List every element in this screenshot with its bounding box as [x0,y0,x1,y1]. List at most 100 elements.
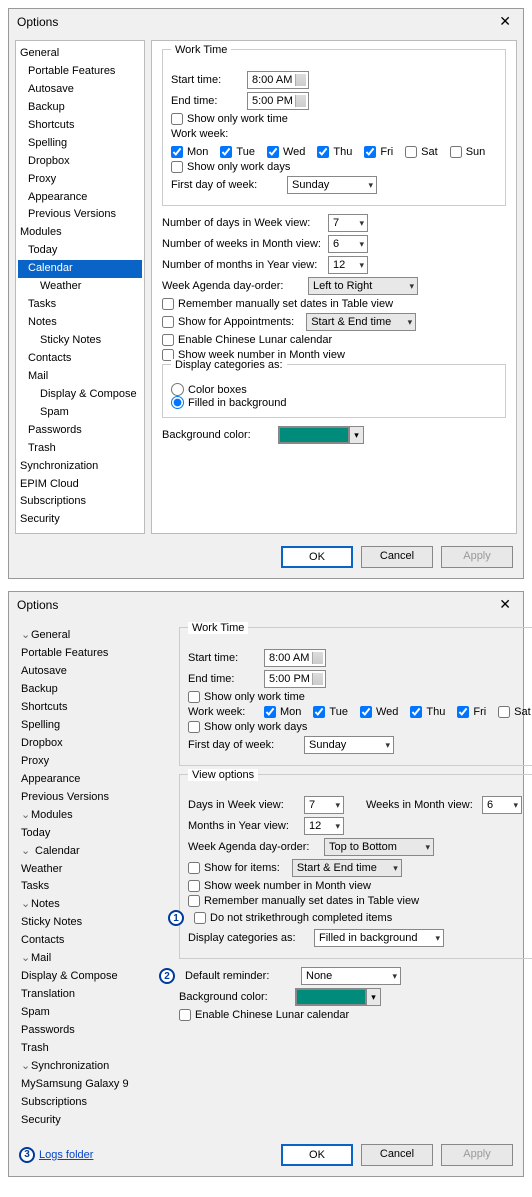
tree-spam[interactable]: Spam [17,1004,163,1022]
tree-security[interactable]: Security [17,1112,163,1130]
logs-folder-link[interactable]: Logs folder [39,1149,93,1161]
first-day-select[interactable]: Sunday [304,736,394,754]
day-fri[interactable]: Fri [364,146,393,158]
tree-sticky[interactable]: Sticky Notes [18,332,142,350]
cancel-button[interactable]: Cancel [361,546,433,568]
tree-appearance[interactable]: Appearance [18,189,142,207]
day-mon[interactable]: Mon [171,146,208,158]
remember-checkbox[interactable]: Remember manually set dates in Table vie… [188,895,419,907]
tree-spelling[interactable]: Spelling [17,717,163,735]
tree-passwords[interactable]: Passwords [17,1022,163,1040]
remember-checkbox[interactable]: Remember manually set dates in Table vie… [162,298,393,310]
start-time-spinner[interactable]: 8:00 AM [264,649,326,667]
nav-tree[interactable]: General Portable Features Autosave Backu… [15,40,145,534]
agenda-select[interactable]: Top to Bottom [324,838,434,856]
months-year-select[interactable]: 12 [328,256,368,274]
tree-sync[interactable]: Synchronization [18,458,142,476]
tree-tasks[interactable]: Tasks [18,296,142,314]
tree-modules[interactable]: Modules [18,224,142,242]
close-icon[interactable]: ✕ [495,596,515,613]
tree-passwords[interactable]: Passwords [18,422,142,440]
tree-autosave[interactable]: Autosave [18,81,142,99]
day-wed[interactable]: Wed [360,706,398,718]
day-tue[interactable]: Tue [220,146,255,158]
tree-autosave[interactable]: Autosave [17,663,163,681]
agenda-select[interactable]: Left to Right [308,277,418,295]
day-sat[interactable]: Sat [405,146,438,158]
radio-color-boxes[interactable]: Color boxes [171,383,497,396]
show-only-work-time-checkbox[interactable]: Show only work time [171,113,288,125]
show-only-work-days-checkbox[interactable]: Show only work days [171,161,290,173]
tree-notes[interactable]: Notes [18,314,142,332]
close-icon[interactable]: ✕ [495,13,515,30]
apply-button[interactable]: Apply [441,546,513,568]
bgcolor-picker[interactable]: ▾ [295,988,381,1006]
tree-subs[interactable]: Subscriptions [17,1094,163,1112]
tree-security[interactable]: Security [18,511,142,529]
ok-button[interactable]: OK [281,546,353,568]
tree-display-compose[interactable]: Display & Compose [18,386,142,404]
reminder-select[interactable]: None [301,967,401,985]
day-tue[interactable]: Tue [313,706,348,718]
tree-dropbox[interactable]: Dropbox [17,735,163,753]
tree-notes[interactable]: ⌄Notes [17,896,163,914]
tree-general[interactable]: ⌄General [17,627,163,645]
start-time-spinner[interactable]: 8:00 AM [247,71,309,89]
tree-spelling[interactable]: Spelling [18,135,142,153]
tree-modules[interactable]: ⌄Modules [17,807,163,825]
end-time-spinner[interactable]: 5:00 PM [264,670,326,688]
tree-epim[interactable]: EPIM Cloud [18,476,142,494]
tree-calendar[interactable]: Calendar [18,260,142,278]
tree-appearance[interactable]: Appearance [17,771,163,789]
show-appt-checkbox[interactable]: Show for Appointments: [162,316,294,328]
tree-trash[interactable]: Trash [17,1040,163,1058]
tree-trash[interactable]: Trash [18,440,142,458]
tree-mail[interactable]: Mail [18,368,142,386]
show-items-select[interactable]: Start & End time [292,859,402,877]
radio-filled[interactable]: Filled in background [171,396,497,409]
tree-proxy[interactable]: Proxy [18,171,142,189]
apply-button[interactable]: Apply [441,1144,513,1166]
tree-mail[interactable]: ⌄Mail [17,950,163,968]
lunar-checkbox[interactable]: Enable Chinese Lunar calendar [162,334,332,346]
tree-tasks[interactable]: Tasks [17,878,163,896]
days-week-select[interactable]: 7 [304,796,344,814]
show-items-checkbox[interactable]: Show for items: [188,862,280,874]
tree-mysamsung[interactable]: MySamsung Galaxy 9 [17,1076,163,1094]
ok-button[interactable]: OK [281,1144,353,1166]
days-week-select[interactable]: 7 [328,214,368,232]
tree-previous[interactable]: Previous Versions [18,206,142,224]
tree-general[interactable]: General [18,45,142,63]
tree-spam[interactable]: Spam [18,404,142,422]
cancel-button[interactable]: Cancel [361,1144,433,1166]
day-sun[interactable]: Sun [450,146,486,158]
tree-subs[interactable]: Subscriptions [18,493,142,511]
day-sat[interactable]: Sat [498,706,531,718]
show-appt-select[interactable]: Start & End time [306,313,416,331]
tree-calendar[interactable]: ⌄Calendar [17,843,163,861]
tree-previous[interactable]: Previous Versions [17,789,163,807]
lunar-checkbox[interactable]: Enable Chinese Lunar calendar [179,1009,349,1021]
show-only-work-days-checkbox[interactable]: Show only work days [188,721,307,733]
end-time-spinner[interactable]: 5:00 PM [247,92,309,110]
tree-shortcuts[interactable]: Shortcuts [18,117,142,135]
day-thu[interactable]: Thu [317,146,352,158]
tree-portable[interactable]: Portable Features [18,63,142,81]
tree-display-compose[interactable]: Display & Compose [17,968,163,986]
months-year-select[interactable]: 12 [304,817,344,835]
tree-sync[interactable]: ⌄Synchronization [17,1058,163,1076]
strike-checkbox[interactable]: Do not strikethrough completed items [194,912,392,924]
day-thu[interactable]: Thu [410,706,445,718]
tree-portable[interactable]: Portable Features [17,645,163,663]
tree-contacts[interactable]: Contacts [17,932,163,950]
weeks-month-select[interactable]: 6 [482,796,522,814]
day-wed[interactable]: Wed [267,146,305,158]
tree-today[interactable]: Today [18,242,142,260]
tree-today[interactable]: Today [17,825,163,843]
show-only-work-time-checkbox[interactable]: Show only work time [188,691,305,703]
tree-backup[interactable]: Backup [18,99,142,117]
tree-translation[interactable]: Translation [17,986,163,1004]
weeks-month-select[interactable]: 6 [328,235,368,253]
display-cat-select[interactable]: Filled in background [314,929,444,947]
day-mon[interactable]: Mon [264,706,301,718]
